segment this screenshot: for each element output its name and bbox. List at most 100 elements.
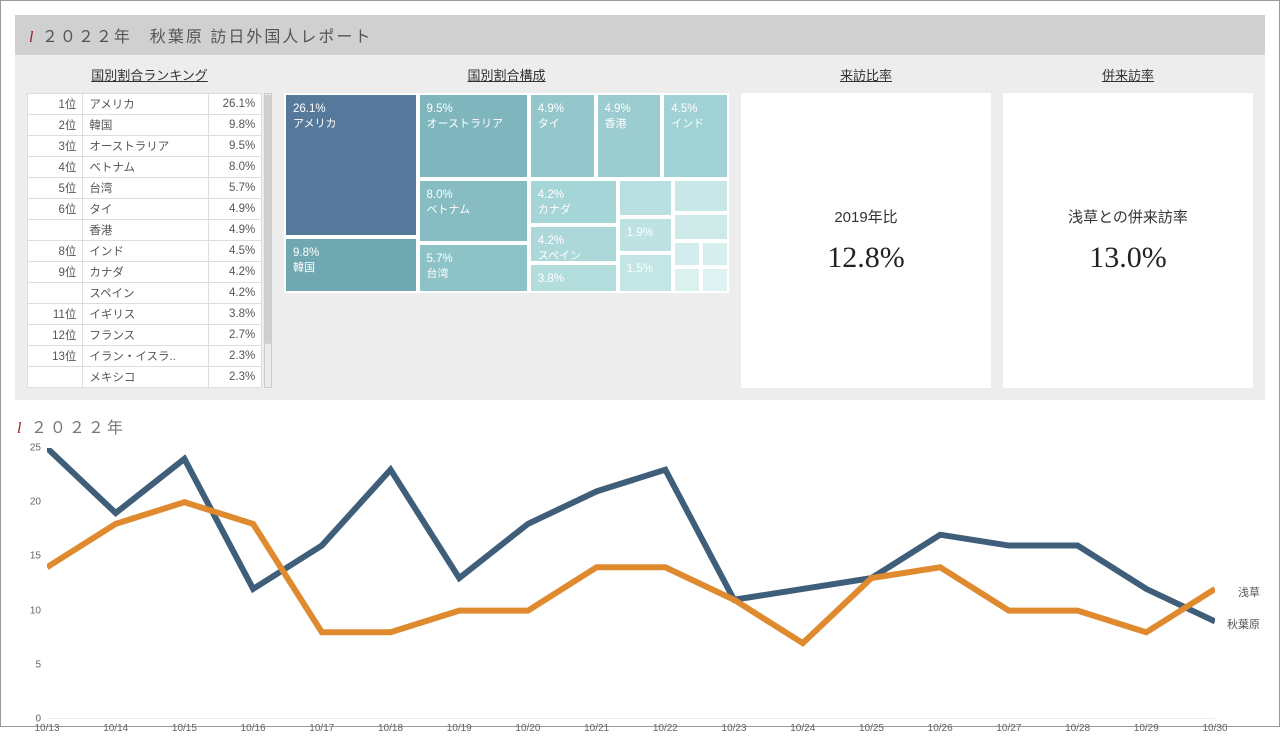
treemap-cell-c17[interactable] bbox=[673, 241, 701, 267]
table-cell: 6位 bbox=[28, 199, 83, 220]
dashboard-top: l ２０２２年 秋葉原 訪日外国人レポート 国別割合ランキング 1位アメリカ26… bbox=[15, 15, 1265, 400]
kpi-visit-ratio-title: 来訪比率 bbox=[741, 65, 991, 85]
treemap-cell-hkg[interactable]: 4.9%香港 bbox=[596, 93, 663, 179]
treemap-cell-kor[interactable]: 9.8%韓国 bbox=[284, 237, 418, 293]
table-cell: 香港 bbox=[83, 220, 209, 241]
line-chart-section: l ２０２２年 0510152025 秋葉原浅草 10/1310/1410/15… bbox=[15, 410, 1265, 739]
table-row[interactable]: 8位インド4.5% bbox=[28, 241, 262, 262]
kpi-covisit-value: 13.0% bbox=[1089, 241, 1167, 275]
table-row[interactable]: 6位タイ4.9% bbox=[28, 199, 262, 220]
treemap-cell-gbr[interactable]: 3.8% bbox=[529, 263, 618, 293]
treemap-cell-c18[interactable] bbox=[701, 241, 729, 267]
treemap-cell-ind[interactable]: 4.5%インド bbox=[662, 93, 729, 179]
x-tick: 10/16 bbox=[241, 723, 266, 734]
treemap-cell-fra[interactable] bbox=[618, 179, 674, 217]
table-cell: 4.9% bbox=[208, 199, 261, 220]
table-cell: 台湾 bbox=[83, 178, 209, 199]
x-tick: 10/28 bbox=[1065, 723, 1090, 734]
kpi-covisit-label: 浅草との併来訪率 bbox=[1068, 206, 1188, 227]
x-tick: 10/22 bbox=[653, 723, 678, 734]
treemap-cell-c15[interactable] bbox=[673, 179, 729, 213]
x-tick: 10/24 bbox=[790, 723, 815, 734]
x-tick: 10/20 bbox=[515, 723, 540, 734]
treemap-cell-c19[interactable] bbox=[673, 267, 701, 293]
table-cell: 9.5% bbox=[208, 136, 261, 157]
kpi-visit-ratio-value: 12.8% bbox=[827, 241, 905, 275]
table-cell: 4.2% bbox=[208, 262, 261, 283]
treemap-cell-esp[interactable]: 4.2%スペイン bbox=[529, 225, 618, 263]
table-row[interactable]: 5位台湾5.7% bbox=[28, 178, 262, 199]
x-tick: 10/21 bbox=[584, 723, 609, 734]
table-cell: 13位 bbox=[28, 346, 83, 367]
table-cell: 3位 bbox=[28, 136, 83, 157]
kpi-visit-ratio-card: 2019年比 12.8% bbox=[741, 93, 991, 388]
x-tick: 10/29 bbox=[1134, 723, 1159, 734]
page-title: ２０２２年 秋葉原 訪日外国人レポート bbox=[42, 29, 372, 46]
table-row[interactable]: 12位フランス2.7% bbox=[28, 325, 262, 346]
table-cell: 4.9% bbox=[208, 220, 261, 241]
table-cell: 2.7% bbox=[208, 325, 261, 346]
treemap-title: 国別割合構成 bbox=[284, 65, 729, 85]
table-row[interactable]: 11位イギリス3.8% bbox=[28, 304, 262, 325]
table-row[interactable]: 香港4.9% bbox=[28, 220, 262, 241]
treemap-cell-usa[interactable]: 26.1%アメリカ bbox=[284, 93, 418, 237]
table-cell bbox=[28, 220, 83, 241]
ranking-scrollbar[interactable] bbox=[264, 93, 272, 388]
treemap-cell-twn[interactable]: 5.7%台湾 bbox=[418, 243, 529, 293]
treemap-cell-can[interactable]: 4.2%カナダ bbox=[529, 179, 618, 225]
table-cell: 4.5% bbox=[208, 241, 261, 262]
table-row[interactable]: 2位韓国9.8% bbox=[28, 115, 262, 136]
treemap-cell-irn[interactable]: 1.9% bbox=[618, 217, 674, 253]
table-cell: 5.7% bbox=[208, 178, 261, 199]
table-row[interactable]: 9位カナダ4.2% bbox=[28, 262, 262, 283]
treemap-cell-tha[interactable]: 4.9%タイ bbox=[529, 93, 596, 179]
treemap-cell-vnm[interactable]: 8.0%ベトナム bbox=[418, 179, 529, 243]
kpi-covisit-card: 浅草との併来訪率 13.0% bbox=[1003, 93, 1253, 388]
x-tick: 10/14 bbox=[103, 723, 128, 734]
table-cell: カナダ bbox=[83, 262, 209, 283]
table-cell: 3.8% bbox=[208, 304, 261, 325]
table-cell: 8位 bbox=[28, 241, 83, 262]
table-row[interactable]: メキシコ2.3% bbox=[28, 367, 262, 388]
treemap-chart[interactable]: 26.1%アメリカ9.8%韓国 9.5%オーストラリア8.0%ベトナム5.7%台湾… bbox=[284, 93, 729, 293]
table-cell: 4位 bbox=[28, 157, 83, 178]
ranking-title: 国別割合ランキング bbox=[27, 65, 272, 85]
kpi-covisit-title: 併来訪率 bbox=[1003, 65, 1253, 85]
treemap-cell-c16[interactable] bbox=[673, 213, 729, 241]
x-tick: 10/15 bbox=[172, 723, 197, 734]
line-chart[interactable]: 0510152025 秋葉原浅草 10/1310/1410/1510/1610/… bbox=[15, 444, 1265, 739]
table-row[interactable]: 13位イラン・イスラ..2.3% bbox=[28, 346, 262, 367]
table-cell: 2.3% bbox=[208, 367, 261, 388]
treemap-cell-mex[interactable]: 1.5% bbox=[618, 253, 674, 293]
ranking-panel: 国別割合ランキング 1位アメリカ26.1%2位韓国9.8%3位オーストラリア9.… bbox=[27, 65, 272, 388]
line-chart-plot: 秋葉原浅草 bbox=[47, 448, 1215, 719]
table-row[interactable]: 1位アメリカ26.1% bbox=[28, 94, 262, 115]
table-row[interactable]: 4位ベトナム8.0% bbox=[28, 157, 262, 178]
table-cell: 9位 bbox=[28, 262, 83, 283]
table-cell: ベトナム bbox=[83, 157, 209, 178]
y-tick: 15 bbox=[17, 551, 41, 562]
treemap-panel: 国別割合構成 26.1%アメリカ9.8%韓国 9.5%オーストラリア8.0%ベトナ… bbox=[284, 65, 729, 388]
table-cell: フランス bbox=[83, 325, 209, 346]
table-row[interactable]: 3位オーストラリア9.5% bbox=[28, 136, 262, 157]
kpi-visit-ratio-label: 2019年比 bbox=[834, 206, 897, 227]
scroll-thumb[interactable] bbox=[265, 95, 271, 344]
series-浅草[interactable] bbox=[47, 502, 1215, 643]
table-row[interactable]: スペイン4.2% bbox=[28, 283, 262, 304]
treemap-cell-c20[interactable] bbox=[701, 267, 729, 293]
x-tick: 10/18 bbox=[378, 723, 403, 734]
accent-icon: l bbox=[29, 29, 33, 46]
y-tick: 20 bbox=[17, 497, 41, 508]
treemap-cell-aus[interactable]: 9.5%オーストラリア bbox=[418, 93, 529, 179]
table-cell: イラン・イスラ.. bbox=[83, 346, 209, 367]
line-chart-y-axis: 0510152025 bbox=[15, 448, 41, 719]
table-cell: タイ bbox=[83, 199, 209, 220]
table-cell: 1位 bbox=[28, 94, 83, 115]
ranking-table[interactable]: 1位アメリカ26.1%2位韓国9.8%3位オーストラリア9.5%4位ベトナム8.… bbox=[27, 93, 262, 388]
x-tick: 10/13 bbox=[34, 723, 59, 734]
series-秋葉原[interactable] bbox=[47, 448, 1215, 621]
x-tick: 10/23 bbox=[722, 723, 747, 734]
y-tick: 25 bbox=[17, 443, 41, 454]
table-cell bbox=[28, 283, 83, 304]
series-label-秋葉原: 秋葉原 bbox=[1227, 616, 1260, 632]
